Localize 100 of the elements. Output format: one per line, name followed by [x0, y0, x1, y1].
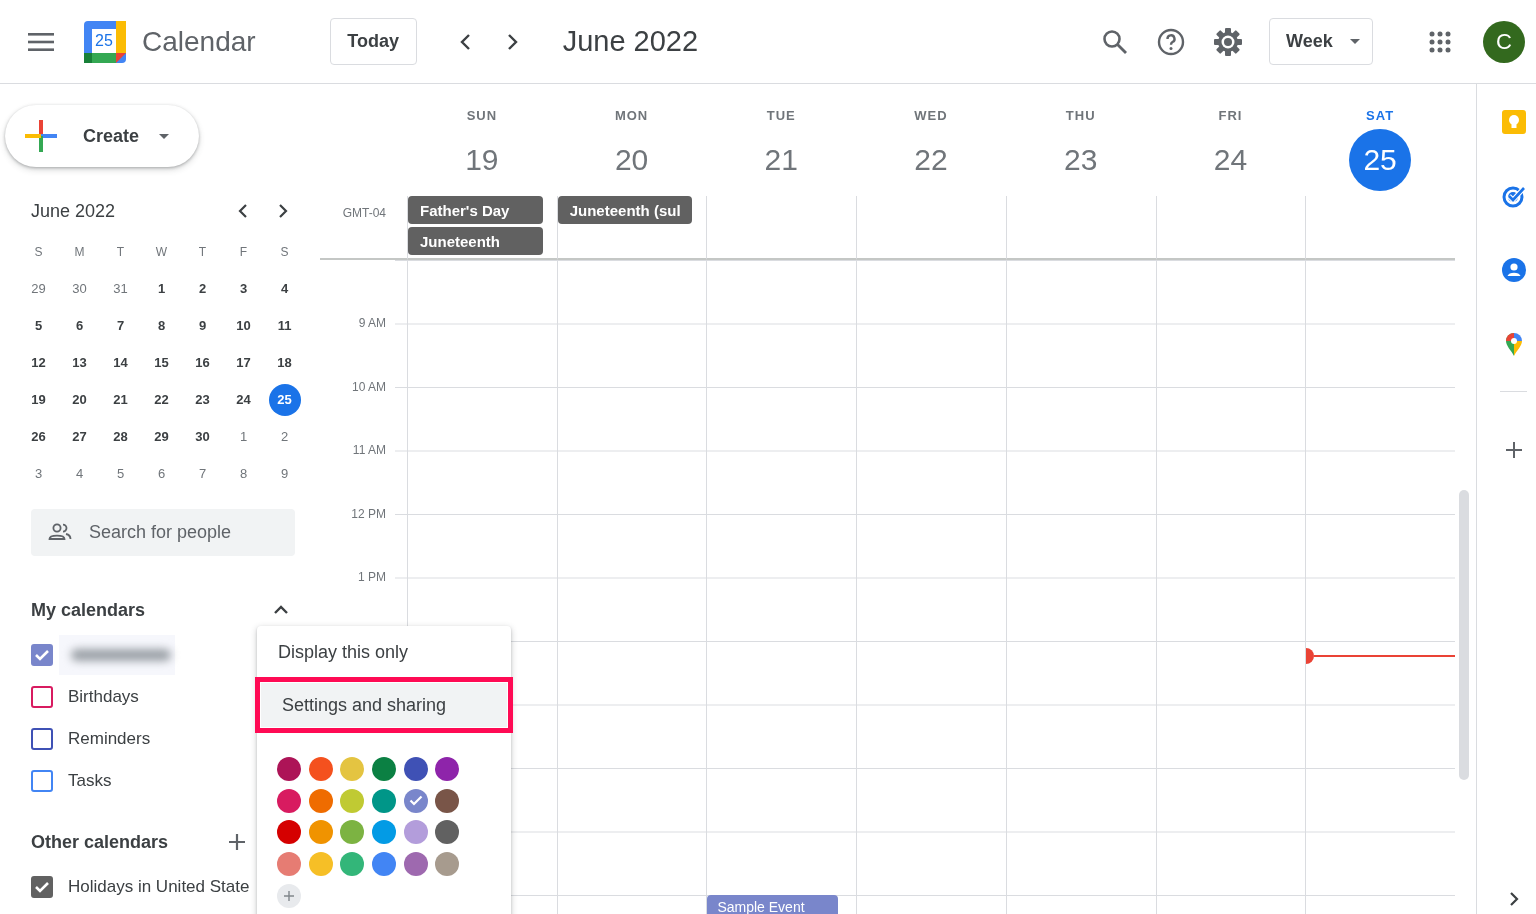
mini-calendar-day[interactable]: 2 — [268, 420, 301, 453]
color-swatch[interactable] — [308, 757, 333, 781]
color-swatch[interactable] — [308, 788, 333, 813]
mini-calendar-day[interactable]: 13 — [63, 346, 96, 379]
mini-calendar-day[interactable]: 7 — [104, 309, 137, 342]
today-button[interactable]: Today — [329, 18, 417, 65]
mini-calendar-day[interactable]: 16 — [186, 346, 219, 379]
color-swatch[interactable] — [308, 852, 333, 877]
mini-calendar-day[interactable]: 9 — [186, 309, 219, 342]
mini-calendar-day[interactable]: 5 — [22, 309, 55, 342]
color-swatch[interactable] — [340, 852, 365, 877]
color-swatch[interactable] — [277, 788, 301, 813]
mini-calendar-day[interactable]: 2 — [186, 272, 219, 305]
mini-calendar-day[interactable]: 4 — [63, 457, 96, 490]
search-people-field[interactable]: Search for people — [31, 509, 295, 556]
color-swatch[interactable] — [340, 820, 365, 845]
help-icon[interactable] — [1157, 27, 1185, 56]
color-swatch[interactable] — [403, 820, 428, 845]
mini-calendar-day[interactable]: 10 — [227, 309, 260, 342]
color-swatch[interactable] — [372, 820, 397, 845]
color-swatch[interactable] — [403, 852, 428, 877]
color-swatch[interactable] — [403, 757, 428, 781]
mini-calendar-day[interactable]: 18 — [268, 346, 301, 379]
color-swatch[interactable] — [308, 820, 333, 845]
mini-calendar-day[interactable]: 9 — [268, 457, 301, 490]
day-number[interactable]: 24 — [1199, 129, 1262, 191]
menu-icon[interactable] — [28, 31, 54, 52]
day-number[interactable]: 19 — [450, 129, 513, 191]
mini-calendar-day[interactable]: 3 — [227, 272, 260, 305]
mini-calendar-day[interactable]: 22 — [145, 383, 178, 416]
calendar-checkbox[interactable] — [31, 686, 53, 708]
mini-calendar-day[interactable]: 12 — [22, 346, 55, 379]
all-day-event[interactable]: Juneteenth (sul — [557, 196, 693, 224]
mini-calendar-day[interactable]: 4 — [268, 272, 301, 305]
hour-label: 1 PM — [358, 569, 386, 586]
add-icon[interactable] — [227, 832, 247, 852]
color-swatch[interactable] — [435, 788, 460, 813]
calendar-checkbox[interactable] — [31, 728, 53, 750]
settings-icon[interactable] — [1213, 26, 1243, 57]
mini-calendar-day[interactable]: 26 — [22, 420, 55, 453]
view-dropdown[interactable]: Week — [1269, 18, 1373, 65]
mini-calendar-day[interactable]: 19 — [22, 383, 55, 416]
menu-item[interactable]: Settings and sharing — [261, 683, 507, 727]
all-day-event[interactable]: Father's Day — [408, 196, 543, 224]
mini-calendar-day[interactable]: 6 — [145, 457, 178, 490]
mini-calendar-day[interactable]: 21 — [104, 383, 137, 416]
color-swatch[interactable] — [372, 788, 397, 813]
color-swatch[interactable] — [372, 852, 397, 877]
weekday-label: S — [279, 243, 290, 261]
mini-calendar-day[interactable]: 8 — [145, 309, 178, 342]
color-swatch[interactable] — [277, 820, 301, 845]
day-number[interactable]: 23 — [1049, 129, 1112, 191]
mini-calendar-day[interactable]: 14 — [104, 346, 137, 379]
color-swatch[interactable] — [403, 788, 428, 813]
mini-calendar-day[interactable]: 30 — [186, 420, 219, 453]
color-swatch[interactable] — [340, 757, 365, 781]
calendar-checkbox[interactable] — [31, 770, 53, 792]
color-swatch[interactable] — [435, 757, 460, 781]
mini-calendar-day[interactable]: 30 — [63, 272, 96, 305]
color-swatch[interactable] — [435, 852, 460, 877]
mini-calendar-day[interactable]: 11 — [268, 309, 301, 342]
scrollbar-thumb[interactable] — [1459, 490, 1469, 780]
all-day-event[interactable]: Juneteenth — [408, 227, 543, 255]
mini-calendar-day[interactable]: 29 — [145, 420, 178, 453]
calendar-checkbox[interactable] — [31, 876, 53, 898]
mini-calendar-day[interactable]: 20 — [63, 383, 96, 416]
mini-calendar-day[interactable]: 24 — [227, 383, 260, 416]
mini-calendar-day[interactable]: 15 — [145, 346, 178, 379]
color-swatch[interactable] — [340, 788, 365, 813]
mini-calendar-day[interactable]: 3 — [22, 457, 55, 490]
mini-calendar-day[interactable]: 8 — [227, 457, 260, 490]
mini-calendar-day[interactable]: 1 — [227, 420, 260, 453]
create-button[interactable]: Create — [5, 105, 199, 167]
apps-icon[interactable] — [1429, 30, 1451, 53]
mini-calendar-day[interactable]: 31 — [104, 272, 137, 305]
color-swatch[interactable] — [277, 852, 301, 877]
section-title: My calendars — [31, 599, 147, 621]
color-swatch[interactable] — [435, 820, 460, 845]
mini-calendar-day[interactable]: 5 — [104, 457, 137, 490]
search-icon[interactable] — [1101, 27, 1129, 56]
mini-calendar-day[interactable]: 6 — [63, 309, 96, 342]
mini-calendar-day[interactable]: 28 — [104, 420, 137, 453]
mini-calendar-day[interactable]: 17 — [227, 346, 260, 379]
account-avatar[interactable]: C — [1483, 20, 1525, 63]
day-number[interactable]: 22 — [900, 129, 962, 191]
day-number[interactable]: 20 — [600, 129, 663, 191]
mini-calendar-day[interactable]: 25 — [268, 383, 301, 416]
day-number[interactable]: 25 — [1349, 129, 1412, 191]
mini-calendar-day[interactable]: 23 — [186, 383, 219, 416]
day-number[interactable]: 21 — [750, 129, 813, 191]
mini-calendar-day[interactable]: 27 — [63, 420, 96, 453]
mini-calendar-day[interactable]: 29 — [22, 272, 55, 305]
mini-calendar-day[interactable]: 7 — [186, 457, 219, 490]
color-swatch[interactable] — [277, 757, 301, 781]
menu-item[interactable]: Display this only — [257, 630, 511, 674]
person-icon[interactable] — [1500, 257, 1527, 283]
add-color-icon[interactable] — [277, 883, 301, 908]
mini-calendar-day[interactable]: 1 — [145, 272, 178, 305]
calendar-checkbox[interactable] — [31, 644, 53, 666]
color-swatch[interactable] — [372, 757, 397, 781]
